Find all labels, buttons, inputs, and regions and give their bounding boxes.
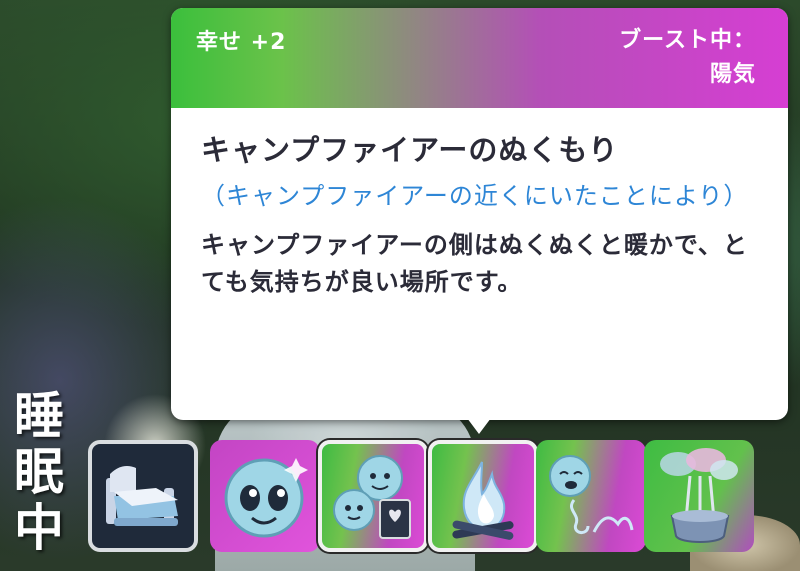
bed-icon xyxy=(106,466,178,526)
faces-book-icon xyxy=(333,455,411,539)
campfire-icon xyxy=(452,461,514,540)
sleeping-status-label: 睡眠中 xyxy=(14,387,64,557)
mood-value: 幸せ +2 xyxy=(196,30,287,55)
happy-face-icon xyxy=(224,458,308,538)
tooltip-pointer xyxy=(467,418,491,434)
moodlet-tile-happy[interactable] xyxy=(210,440,320,552)
moodlet-tooltip: 幸せ +2 ブースト中： 陽気 キャンプファイアーのぬくもり （キャンプファイア… xyxy=(171,8,788,434)
moodlet-description: キャンプファイアーの側はぬくぬくと暖かで、とても気持ちが良い場所です。 xyxy=(201,231,748,296)
moodlet-tile-bed[interactable] xyxy=(88,440,198,552)
incense-icon xyxy=(660,448,738,543)
moodlet-tile-campfire[interactable] xyxy=(428,440,538,552)
moodlet-source: （キャンプファイアーの近くにいたことにより） xyxy=(201,182,749,210)
moodlet-tile-social[interactable] xyxy=(318,440,428,552)
boost-mood: 陽気 xyxy=(709,62,756,87)
boost-label: ブースト中： xyxy=(619,28,756,53)
moodlet-tile-incense[interactable] xyxy=(644,440,754,552)
tooltip-body: キャンプファイアーのぬくもり （キャンプファイアーの近くにいたことにより） キャ… xyxy=(171,108,788,301)
moodlet-title: キャンプファイアーのぬくもり xyxy=(201,133,619,167)
moodlet-tile-playful[interactable] xyxy=(536,440,646,552)
boost-status: ブースト中： 陽気 xyxy=(536,24,756,92)
bouncing-face-icon xyxy=(549,455,634,534)
tooltip-header: 幸せ +2 ブースト中： 陽気 xyxy=(171,8,788,108)
